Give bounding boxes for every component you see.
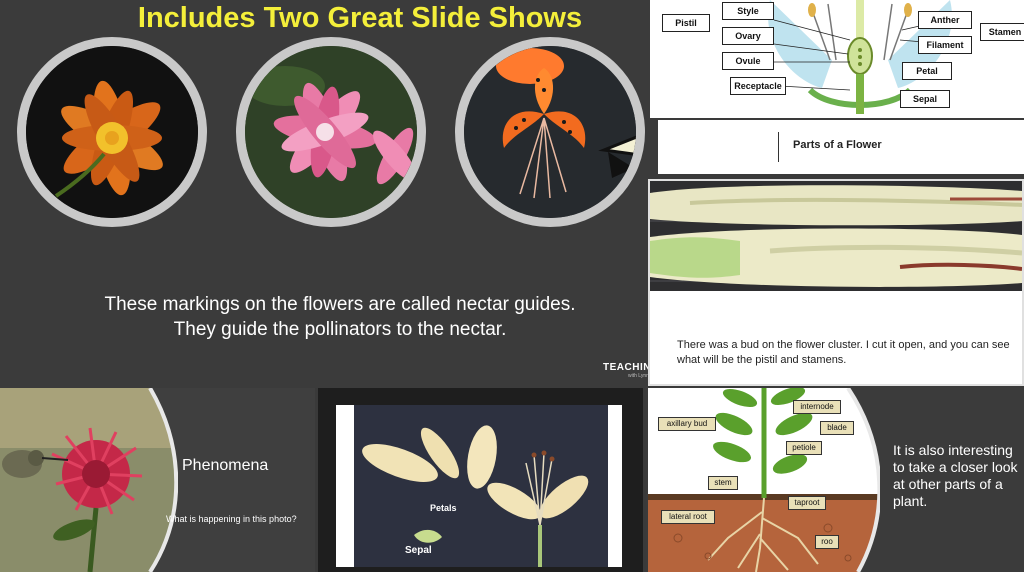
label-ovary: Ovary bbox=[722, 27, 774, 45]
label-stamen: Stamen bbox=[980, 23, 1024, 41]
label-ovule: Ovule bbox=[722, 52, 774, 70]
flower-parts-slide: Pistil Style Ovary Ovule Receptacle Anth… bbox=[650, 0, 1024, 118]
label-anther: Anther bbox=[918, 11, 972, 29]
stargazer-lily-photo bbox=[236, 37, 426, 227]
bud-caption: There was a bud on the flower cluster. I… bbox=[677, 339, 1010, 366]
label-pistil: Pistil bbox=[662, 14, 710, 32]
bud-slide: There was a bud on the flower cluster. I… bbox=[648, 179, 1024, 386]
label-stem: stem bbox=[708, 476, 738, 490]
label-root: roo bbox=[815, 535, 839, 549]
label-sepal: Sepal bbox=[900, 90, 950, 108]
petals-label: Petals bbox=[430, 503, 457, 513]
brand-watermark-sub: with Lynn bbox=[628, 373, 649, 379]
plant-caption: It is also interesting to take a closer … bbox=[893, 442, 1018, 509]
label-internode: internode bbox=[793, 400, 841, 414]
label-axillary-bud: axillary bud bbox=[658, 417, 716, 431]
plant-diagram bbox=[648, 388, 880, 572]
cut-bud-photo bbox=[650, 181, 1022, 291]
parts-of-a-flower-title: Parts of a Flower bbox=[793, 139, 882, 151]
label-lateral-root: lateral root bbox=[661, 510, 715, 524]
sepal-label: Sepal bbox=[405, 545, 432, 556]
label-petal: Petal bbox=[902, 62, 952, 80]
daylily-photo bbox=[17, 37, 207, 227]
title-divider bbox=[778, 132, 779, 162]
dissected-lily-photo bbox=[354, 405, 608, 567]
label-style: Style bbox=[722, 2, 774, 20]
tiger-lily-butterfly-photo bbox=[455, 37, 645, 227]
label-petiole: petiole bbox=[786, 441, 822, 455]
hummingbird-bee-balm-photo bbox=[0, 388, 178, 572]
phenomena-slide: Phenomena What is happening in this phot… bbox=[0, 388, 315, 572]
label-taproot: taproot bbox=[788, 496, 826, 510]
label-receptacle: Receptacle bbox=[730, 77, 786, 95]
phenomena-question: What is happening in this photo? bbox=[166, 514, 297, 524]
label-blade: blade bbox=[820, 421, 854, 435]
nectar-guides-caption: These markings on the flowers are called… bbox=[104, 294, 576, 340]
page-title: Includes Two Great Slide Shows bbox=[137, 2, 583, 34]
label-filament: Filament bbox=[918, 36, 972, 54]
phenomena-title: Phenomena bbox=[182, 457, 269, 474]
